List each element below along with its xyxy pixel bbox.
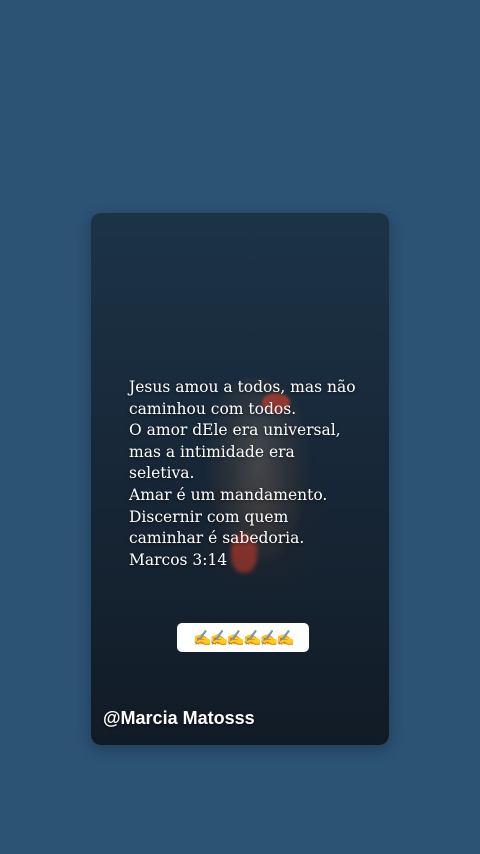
quote-line: seletiva.	[129, 464, 195, 483]
quote-line: O amor dEle era universal,	[129, 421, 341, 440]
quote-line: caminhou com todos.	[129, 399, 297, 418]
writing-hand-emoji-sticker[interactable]: ✍️✍️✍️✍️✍️✍️	[177, 623, 309, 652]
quote-line: caminhar é sabedoria.	[129, 529, 305, 548]
quote-line: mas a intimidade era	[129, 442, 295, 461]
story-card[interactable]: Jesus amou a todos, mas não caminhou com…	[91, 213, 389, 745]
username-label[interactable]: @Marcia Matosss	[103, 708, 255, 729]
scripture-reference: Marcos 3:14	[129, 550, 228, 569]
quote-text: Jesus amou a todos, mas não caminhou com…	[129, 377, 369, 571]
quote-line: Amar é um mandamento.	[129, 485, 328, 504]
quote-line: Jesus amou a todos, mas não	[129, 378, 356, 396]
quote-line: Discernir com quem	[129, 507, 289, 526]
